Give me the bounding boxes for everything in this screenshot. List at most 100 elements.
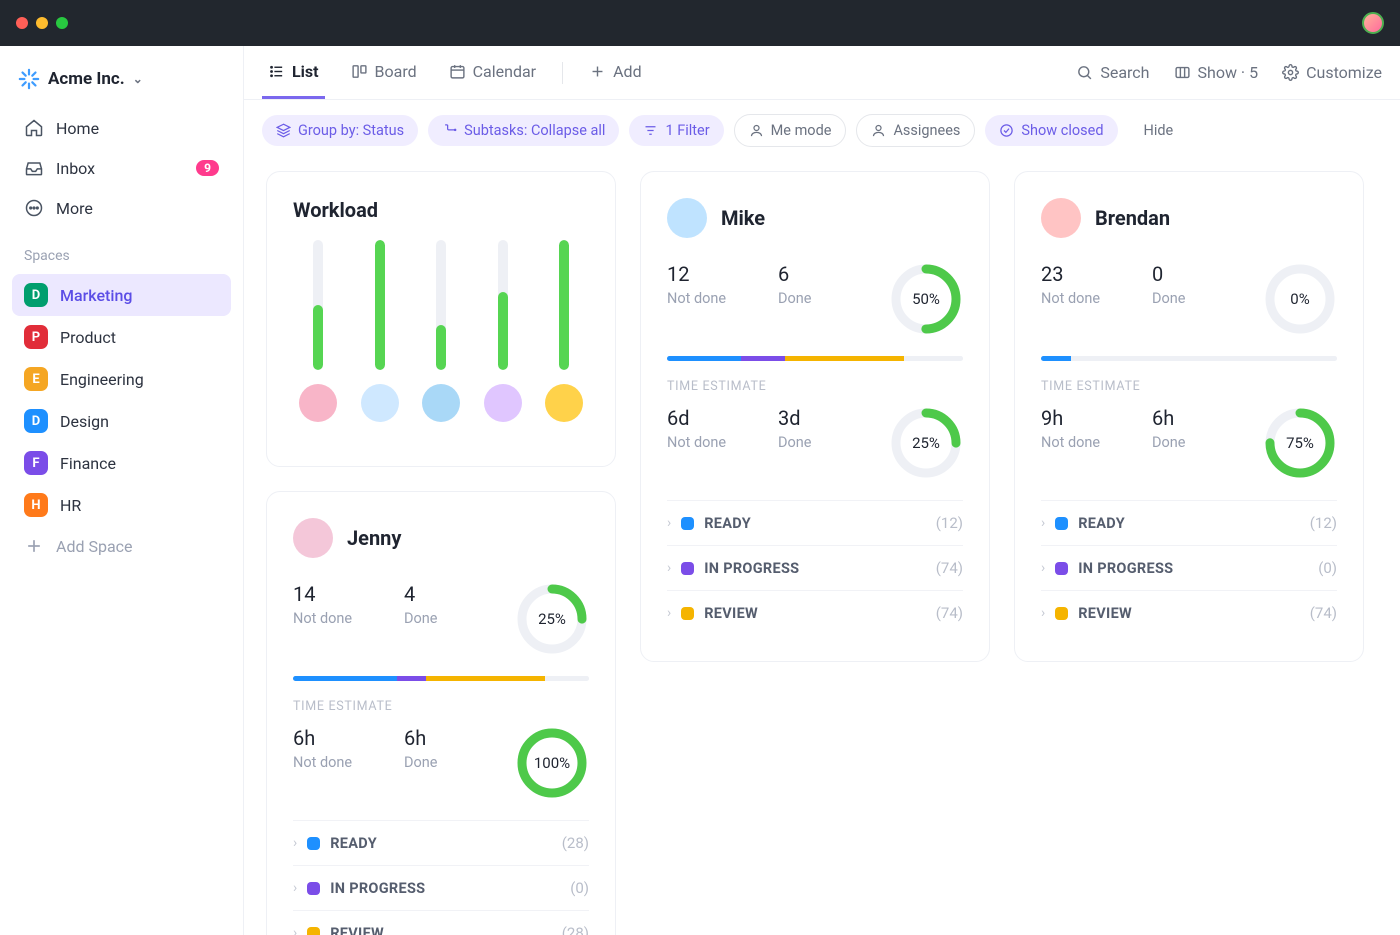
me-mode-chip[interactable]: Me mode: [734, 114, 847, 147]
te-done-value: 3d: [778, 406, 889, 430]
status-count: (12): [1310, 514, 1337, 532]
status-count: (74): [936, 559, 963, 577]
space-name: Engineering: [60, 370, 144, 389]
search-button[interactable]: Search: [1076, 63, 1149, 82]
nav-home[interactable]: Home: [12, 108, 231, 148]
status-row[interactable]: ›READY(12): [667, 500, 963, 545]
avatar[interactable]: [484, 384, 522, 422]
done-label: Done: [404, 754, 515, 771]
customize-button[interactable]: Customize: [1282, 63, 1382, 82]
close-window-icon[interactable]: [16, 17, 28, 29]
assignees-chip[interactable]: Assignees: [856, 114, 975, 147]
not-done-label: Not done: [667, 434, 778, 451]
space-icon: D: [24, 409, 48, 433]
maximize-window-icon[interactable]: [56, 17, 68, 29]
person-card: Mike 12Not done 6Done 50% TIME ESTIMATE …: [640, 171, 990, 662]
space-item[interactable]: DMarketing: [12, 274, 231, 316]
space-icon: F: [24, 451, 48, 475]
workspace-switcher[interactable]: Acme Inc. ⌄: [12, 60, 231, 108]
tab-board[interactable]: Board: [345, 46, 423, 99]
status-name: REVIEW: [1078, 605, 1132, 622]
space-item[interactable]: EEngineering: [12, 358, 231, 400]
chevron-right-icon: ›: [1041, 515, 1045, 531]
minimize-window-icon[interactable]: [36, 17, 48, 29]
space-name: Product: [60, 328, 116, 347]
layers-icon: [276, 123, 291, 138]
status-row[interactable]: ›IN PROGRESS(74): [667, 545, 963, 590]
space-name: Finance: [60, 454, 116, 473]
person-name: Jenny: [347, 526, 401, 550]
avatar[interactable]: [422, 384, 460, 422]
avatar[interactable]: [545, 384, 583, 422]
space-item[interactable]: F Finance: [12, 442, 231, 484]
tab-list[interactable]: List: [262, 46, 325, 99]
show-button[interactable]: Show · 5: [1174, 63, 1259, 82]
person-icon: [871, 123, 886, 138]
donut-percent: 25%: [538, 610, 566, 628]
person-card: Jenny 14Not done 4Done 25% TIME ESTIMATE…: [266, 491, 616, 935]
space-icon: H: [24, 493, 48, 517]
space-name: HR: [60, 496, 81, 515]
status-count: (0): [570, 879, 589, 897]
avatar[interactable]: [361, 384, 399, 422]
done-label: Done: [778, 434, 889, 451]
status-row[interactable]: ›IN PROGRESS(0): [1041, 545, 1337, 590]
tab-add[interactable]: Add: [583, 46, 647, 99]
filter-chip[interactable]: 1 Filter: [629, 115, 723, 146]
space-item[interactable]: DDesign: [12, 400, 231, 442]
progress-donut: 0%: [1263, 262, 1337, 336]
status-row[interactable]: ›REVIEW(74): [667, 590, 963, 635]
nav-more[interactable]: More: [12, 188, 231, 228]
search-icon: [1076, 64, 1093, 81]
person-card: Brendan 23Not done 0Done 0% TIME ESTIMAT…: [1014, 171, 1364, 662]
status-color: [307, 927, 320, 935]
chevron-right-icon: ›: [293, 835, 297, 851]
add-space-button[interactable]: Add Space: [12, 526, 231, 566]
space-item[interactable]: PProduct: [12, 316, 231, 358]
nav-inbox[interactable]: Inbox 9: [12, 148, 231, 188]
tab-calendar[interactable]: Calendar: [443, 46, 542, 99]
done-label: Done: [778, 290, 889, 307]
te-not-done-value: 9h: [1041, 406, 1152, 430]
progress-donut: 25%: [515, 582, 589, 656]
status-name: READY: [1078, 515, 1125, 532]
subtasks-chip[interactable]: Subtasks: Collapse all: [428, 115, 619, 146]
avatar[interactable]: [299, 384, 337, 422]
status-color: [681, 562, 694, 575]
space-icon: D: [24, 283, 48, 307]
avatar[interactable]: [667, 198, 707, 238]
avatar[interactable]: [293, 518, 333, 558]
done-label: Done: [1152, 434, 1263, 451]
donut-percent: 0%: [1290, 290, 1309, 308]
donut-percent: 100%: [534, 754, 570, 772]
status-row[interactable]: ›READY(28): [293, 820, 589, 865]
chevron-right-icon: ›: [293, 880, 297, 896]
status-color: [681, 607, 694, 620]
inbox-icon: [24, 158, 44, 178]
status-row[interactable]: › READY (12): [1041, 500, 1337, 545]
bar: [559, 240, 569, 370]
done-label: Done: [1152, 290, 1263, 307]
group-by-chip[interactable]: Group by: Status: [262, 115, 418, 146]
status-row[interactable]: ›REVIEW(28): [293, 910, 589, 935]
status-row[interactable]: ›REVIEW(74): [1041, 590, 1337, 635]
person-icon: [749, 123, 764, 138]
chevron-right-icon: ›: [1041, 560, 1045, 576]
hide-button[interactable]: Hide: [1128, 115, 1188, 146]
te-done-value: 6h: [404, 726, 515, 750]
workload-chart: [293, 240, 589, 422]
avatar[interactable]: [1041, 198, 1081, 238]
status-color: [307, 837, 320, 850]
chevron-right-icon: ›: [293, 925, 297, 935]
plus-icon: [24, 536, 44, 556]
board-icon: [351, 63, 368, 80]
donut-percent: 75%: [1286, 434, 1314, 452]
chevron-right-icon: ›: [1041, 605, 1045, 621]
not-done-value: 14: [293, 582, 404, 606]
space-item[interactable]: H HR: [12, 484, 231, 526]
status-row[interactable]: ›IN PROGRESS(0): [293, 865, 589, 910]
show-closed-chip[interactable]: Show closed: [985, 115, 1117, 146]
user-avatar[interactable]: [1362, 12, 1384, 34]
status-color: [681, 517, 694, 530]
te-donut: 75%: [1263, 406, 1337, 480]
